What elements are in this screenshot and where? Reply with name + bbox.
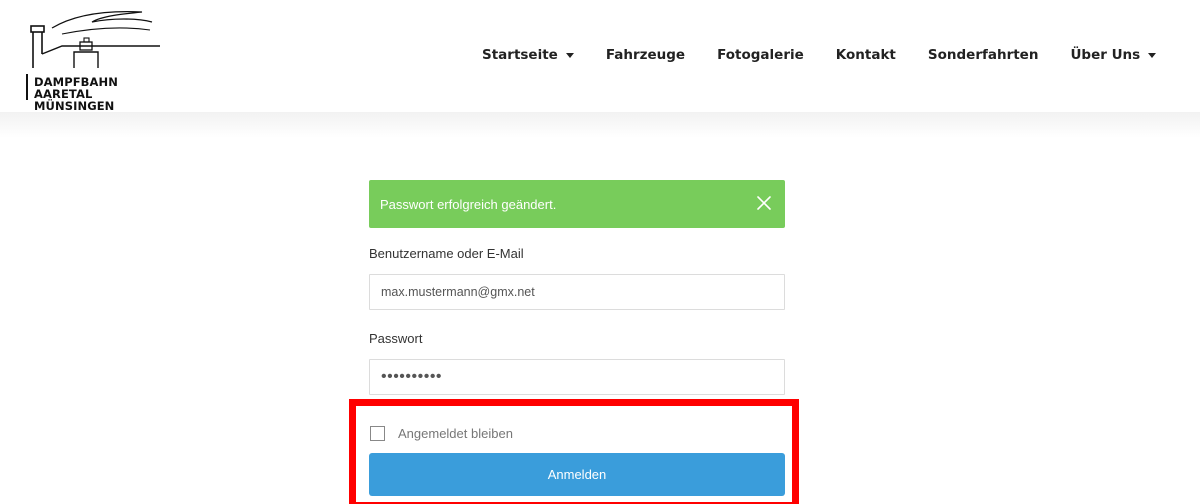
nav-item-startseite[interactable]: Startseite [482,47,574,63]
nav-item-label: Fotogalerie [717,47,804,63]
success-alert: Passwort erfolgreich geändert. [369,180,785,228]
nav-item-label: Sonderfahrten [927,47,1039,63]
nav-item-label: Über Uns [1070,47,1141,63]
site-logo[interactable]: DAMPFBAHN AARETAL MÜNSINGEN [22,8,172,112]
nav-item-fahrzeuge[interactable]: Fahrzeuge [606,47,685,63]
nav-item-label: Kontakt [835,47,896,63]
nav-item-label: Startseite [482,47,558,63]
logo-text: DAMPFBAHN AARETAL MÜNSINGEN [34,76,172,112]
password-field[interactable]: •••••••••• [369,359,785,395]
nav-item-sonderfahrten[interactable]: Sonderfahrten [928,47,1039,63]
logo-line-2: MÜNSINGEN [34,99,115,113]
highlight-box [349,399,799,504]
nav-item-ueber-uns[interactable]: Über Uns [1070,47,1157,63]
close-icon[interactable] [755,194,773,212]
site-header: DAMPFBAHN AARETAL MÜNSINGEN Startseite F… [0,0,1200,112]
logo-bar [26,74,28,100]
password-label: Passwort [369,331,423,346]
username-label: Benutzername oder E-Mail [369,246,524,261]
chevron-down-icon [565,52,574,58]
steam-locomotive-logo-icon [30,10,160,68]
alert-message: Passwort erfolgreich geändert. [380,196,557,212]
main-nav: Startseite Fahrzeuge Fotogalerie Kontakt… [482,44,1157,66]
header-shadow [0,112,1200,138]
username-field[interactable]: max.mustermann@gmx.net [369,274,785,310]
chevron-down-icon [1148,52,1157,58]
nav-item-label: Fahrzeuge [605,47,686,63]
logo-line-1: DAMPFBAHN AARETAL [34,75,118,101]
nav-item-fotogalerie[interactable]: Fotogalerie [717,47,804,63]
nav-item-kontakt[interactable]: Kontakt [836,47,896,63]
